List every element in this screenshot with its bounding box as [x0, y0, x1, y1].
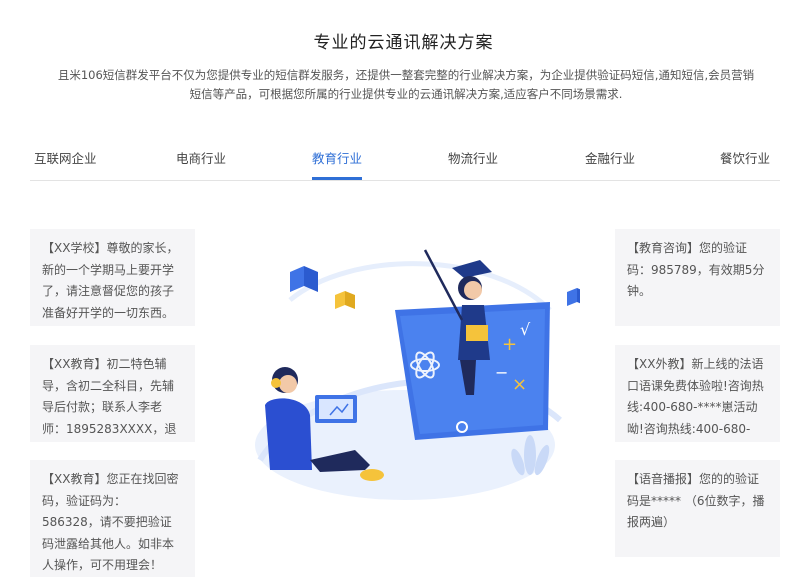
tab-education[interactable]: 教育行业: [312, 148, 363, 180]
sms-card-foreign-teacher: 【XX外教】新上线的法语口语课免费体验啦!咨询热线:400-680-****崽活…: [615, 345, 780, 442]
tab-ecommerce[interactable]: 电商行业: [176, 148, 226, 179]
sms-card-text: 【教育咨询】您的验证码：985789，有效期5分钟。: [627, 241, 765, 298]
tab-catering[interactable]: 餐饮行业: [720, 148, 770, 179]
tab-logistics[interactable]: 物流行业: [448, 148, 498, 179]
sms-card-text: 【语音播报】您的的验证码是***** （6位数字，播报两遍）: [627, 472, 765, 529]
sms-card-text: 【XX教育】您正在找回密码，验证码为：586328，请不要把验证码泄露给其他人。…: [42, 472, 179, 572]
industry-tabs: 互联网企业 电商行业 教育行业 物流行业 金融行业 餐饮行业: [30, 140, 780, 181]
svg-text:×: ×: [512, 374, 527, 395]
sms-card-password-code: 【XX教育】您正在找回密码，验证码为：586328，请不要把验证码泄露给其他人。…: [30, 460, 195, 577]
page-description: 且米106短信群发平台不仅为您提供专业的短信群发服务，还提供一整套完整的行业解决…: [57, 68, 755, 101]
sms-card-verification: 【教育咨询】您的验证码：985789，有效期5分钟。: [615, 229, 780, 326]
sms-card-text: 【XX学校】尊敬的家长，新的一个学期马上要开学了，请注意督促您的孩子准备好开学的…: [42, 241, 179, 320]
page-title: 专业的云通讯解决方案: [313, 33, 494, 53]
tab-internet[interactable]: 互联网企业: [34, 148, 97, 179]
sms-card-text: 【XX教育】初二特色辅导，含初二全科目，先辅导后付款；联系人李老师：189528…: [42, 357, 177, 436]
tab-finance[interactable]: 金融行业: [585, 148, 635, 179]
sms-card-voice-broadcast: 【语音播报】您的的验证码是***** （6位数字，播报两遍）: [615, 460, 780, 557]
svg-text:+: +: [502, 334, 517, 355]
education-illustration: + √ × −: [255, 249, 580, 500]
svg-text:√: √: [520, 320, 531, 339]
sms-card-school-notice: 【XX学校】尊敬的家长，新的一个学期马上要开学了，请注意督促您的孩子准备好开学的…: [30, 229, 195, 326]
sms-card-tutoring-promo: 【XX教育】初二特色辅导，含初二全科目，先辅导后付款；联系人李老师：189528…: [30, 345, 195, 442]
book-icon: [567, 288, 580, 306]
book-icon: [335, 291, 355, 309]
sms-card-text: 【XX外教】新上线的法语口语课免费体验啦!咨询热线:400-680-****崽活…: [627, 357, 764, 436]
svg-text:−: −: [495, 363, 508, 382]
